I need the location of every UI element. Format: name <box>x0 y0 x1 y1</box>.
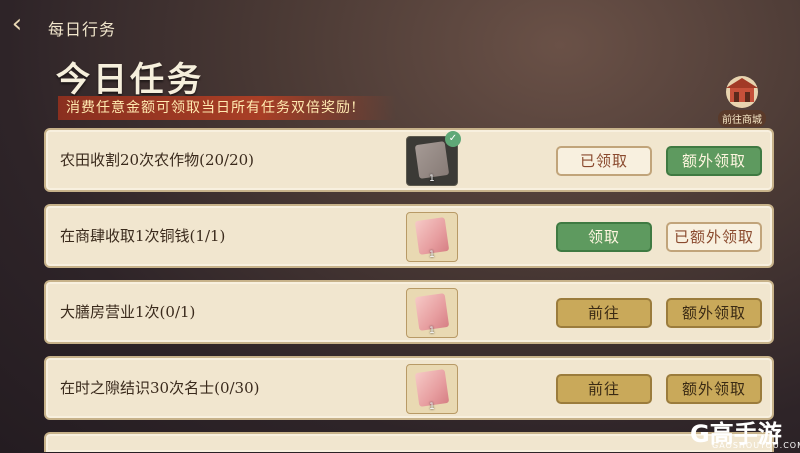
task-text: 大膳房营业1次(0/1) <box>60 303 196 321</box>
extra-claimed-button: 已额外领取 <box>666 222 762 252</box>
extra-claim-button[interactable]: 额外领取 <box>666 374 762 404</box>
extra-claim-button[interactable]: 额外领取 <box>666 146 762 176</box>
task-text: 农田收割20次农作物(20/20) <box>60 151 255 169</box>
reward-count: 1 <box>429 250 435 260</box>
reward-item: 1 <box>406 212 458 262</box>
task-row: 在时之隙结识30次名士(0/30) 1 前往 额外领取 <box>44 356 774 420</box>
promo-banner: 消费任意金额可领取当日所有任务双倍奖励! <box>58 96 396 120</box>
reward-item: 1 <box>406 364 458 414</box>
task-row: 大膳房营业1次(0/1) 1 前往 额外领取 <box>44 280 774 344</box>
shop-button[interactable]: 前往商城 <box>712 74 772 127</box>
watermark-url: GAOSHOUYOU.COM <box>712 441 800 450</box>
check-icon: ✓ <box>445 131 461 147</box>
reward-count: 1 <box>429 402 435 412</box>
top-bar: ‹ 每日行务 <box>0 0 800 50</box>
reward-count: 1 <box>429 326 435 336</box>
watermark: G高手游 GAOSHOUYOU.COM <box>690 414 800 453</box>
reward-item: 1 ✓ <box>406 131 461 186</box>
go-button[interactable]: 前往 <box>556 298 652 328</box>
claim-button[interactable]: 领取 <box>556 222 652 252</box>
extra-claim-button[interactable]: 额外领取 <box>666 298 762 328</box>
back-icon[interactable]: ‹ <box>0 6 34 42</box>
shop-building-icon <box>720 74 764 108</box>
task-row: 在商肆收取1次铜钱(1/1) 1 领取 已额外领取 <box>44 204 774 268</box>
reward-item: 1 <box>406 288 458 338</box>
task-text: 在时之隙结识30次名士(0/30) <box>60 379 260 397</box>
task-text: 在商肆收取1次铜钱(1/1) <box>60 227 226 245</box>
task-row: 农田收割20次农作物(20/20) 1 ✓ 已领取 额外领取 <box>44 128 774 192</box>
go-button[interactable]: 前往 <box>556 374 652 404</box>
task-row-partial <box>44 432 774 452</box>
shop-label: 前往商城 <box>718 110 766 127</box>
page-title: 今日任务 <box>56 60 204 100</box>
window-title: 每日行务 <box>48 20 117 39</box>
claimed-button: 已领取 <box>556 146 652 176</box>
reward-count: 1 <box>429 174 435 184</box>
